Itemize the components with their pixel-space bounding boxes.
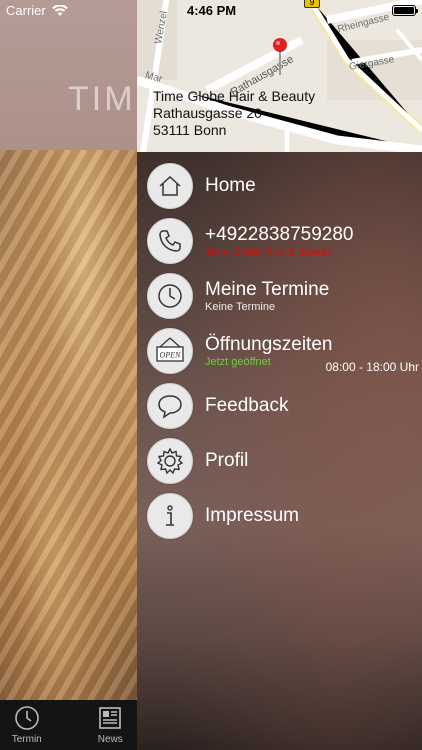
menu-profile-label: Profil <box>205 450 249 471</box>
map-address: Time Globe Hair & Beauty Rathausgasse 20… <box>153 88 315 139</box>
carrier-label: Carrier <box>6 3 46 18</box>
road-shield-badge: 9 <box>304 0 320 8</box>
bottom-tab-bar: Termin News <box>0 700 137 750</box>
tab-termin-label: Termin <box>11 734 42 745</box>
menu-phone-sub: Time Globe Hair & Beauty <box>205 245 333 258</box>
menu-feedback-label: Feedback <box>205 395 289 416</box>
menu-imprint-label: Impressum <box>205 505 299 526</box>
menu-item-opening-hours[interactable]: OPEN Öffnungszeiten Jetzt geöffnet 08:00… <box>147 328 422 374</box>
clock-icon <box>147 273 193 319</box>
clock-icon <box>14 706 39 730</box>
tab-termin[interactable]: Termin <box>0 700 54 750</box>
newspaper-icon <box>99 707 122 729</box>
speech-bubble-icon <box>147 383 193 429</box>
side-drawer: 9 Rheingasse Giergasse Rathausgasse Wenz… <box>137 0 422 750</box>
location-map[interactable]: 9 Rheingasse Giergasse Rathausgasse Wenz… <box>137 0 422 152</box>
map-pin-icon <box>273 38 287 75</box>
hair-photo-texture <box>0 150 140 710</box>
menu-hours-label: Öffnungszeiten <box>205 333 333 355</box>
menu-item-home[interactable]: Home <box>147 163 422 209</box>
status-time: 4:46 PM <box>187 3 237 18</box>
menu-appointments-label: Meine Termine <box>205 278 330 300</box>
menu-item-phone[interactable]: +4922838759280 Time Globe Hair & Beauty <box>147 218 422 264</box>
menu-appointments-sub: Keine Termine <box>205 300 276 313</box>
battery-icon <box>392 5 418 16</box>
home-icon <box>147 163 193 209</box>
menu-item-appointments[interactable]: Meine Termine Keine Termine <box>147 273 422 319</box>
menu-phone-label: +4922838759280 <box>205 223 354 245</box>
menu-item-feedback[interactable]: Feedback <box>147 383 422 429</box>
open-sign-text: OPEN <box>160 351 182 360</box>
menu-home-label: Home <box>205 175 256 196</box>
menu-item-imprint[interactable]: Impressum <box>147 493 422 539</box>
tab-news-label: News <box>97 734 123 745</box>
open-sign-icon: OPEN <box>147 328 193 374</box>
address-name: Time Globe Hair & Beauty <box>153 88 316 104</box>
status-bar-left: Carrier <box>6 3 68 18</box>
menu-item-profile[interactable]: Profil <box>147 438 422 484</box>
info-icon <box>147 493 193 539</box>
tab-news[interactable]: News <box>84 700 138 750</box>
phone-icon <box>147 218 193 264</box>
wifi-icon <box>51 4 68 16</box>
gear-icon <box>147 438 193 484</box>
menu-hours-time: 08:00 - 18:00 Uhr <box>325 359 419 374</box>
address-city: 53111 Bonn <box>153 122 227 138</box>
address-street: Rathausgasse 20 <box>153 105 262 121</box>
